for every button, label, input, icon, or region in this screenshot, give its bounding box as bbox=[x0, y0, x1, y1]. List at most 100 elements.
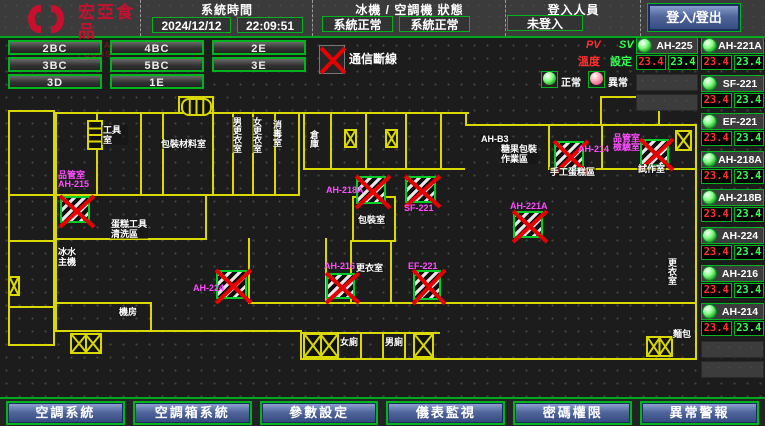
room-label: 試作室 bbox=[637, 164, 666, 174]
unit-tile-ah-218a[interactable]: AH-218A bbox=[701, 151, 764, 168]
room-label: AH-B3 bbox=[480, 134, 510, 144]
wall-segment bbox=[404, 332, 406, 358]
stairs-icon bbox=[303, 333, 339, 358]
ahu-comm-loss-box[interactable] bbox=[413, 270, 441, 300]
wall-segment bbox=[140, 112, 142, 196]
unit-tile-sf-221[interactable]: SF-221 bbox=[701, 75, 764, 92]
wall-segment bbox=[300, 358, 697, 360]
unit-status-led-icon bbox=[703, 39, 716, 52]
ahu-comm-loss-box[interactable] bbox=[405, 176, 436, 203]
floor-button-5bc[interactable]: 5BC bbox=[110, 57, 204, 72]
unit-pv-value: 23.4 bbox=[636, 55, 666, 70]
unit-status-led-icon bbox=[703, 267, 716, 280]
login-logout-button[interactable]: 登入/登出 bbox=[647, 3, 741, 32]
floor-button-2bc[interactable]: 2BC bbox=[8, 40, 102, 55]
ahu-comm-loss-box[interactable] bbox=[60, 196, 90, 223]
abnormal-led-icon bbox=[588, 71, 605, 88]
nav-button-parameter-settings[interactable]: 參數設定 bbox=[260, 401, 379, 425]
room-label: 倉庫 bbox=[308, 130, 319, 148]
unit-name: AH-218A bbox=[718, 154, 762, 166]
login-status-value: 未登入 bbox=[507, 15, 583, 31]
stairs-icon bbox=[181, 98, 212, 116]
ahu-unit-label: AH-218A bbox=[326, 186, 364, 195]
wall-segment bbox=[8, 110, 10, 346]
logo-title: 宏亞食品 bbox=[78, 3, 140, 41]
comm-loss-label: 通信斷線 bbox=[349, 50, 397, 67]
room-label: 男廁 bbox=[384, 337, 404, 347]
wall-segment bbox=[298, 112, 300, 196]
room-label: 機房 bbox=[118, 307, 138, 317]
wall-segment bbox=[8, 344, 55, 346]
unit-tile-ah-214[interactable]: AH-214 bbox=[701, 303, 764, 320]
ahu-comm-loss-box[interactable] bbox=[326, 273, 355, 299]
unit-tile-ef-221[interactable]: EF-221 bbox=[701, 113, 764, 130]
unit-tile-ah-224[interactable]: AH-224 bbox=[701, 227, 764, 244]
nav-button-alarm[interactable]: 異常警報 bbox=[640, 401, 759, 425]
floor-button-4bc[interactable]: 4BC bbox=[110, 40, 204, 55]
room-label: 冰水 主機 bbox=[57, 247, 77, 267]
unit-tile-ah-221a[interactable]: AH-221A bbox=[701, 37, 764, 54]
ahu-unit-label: SF-221 bbox=[404, 204, 434, 213]
unit-name: AH-225 bbox=[653, 40, 696, 52]
unit-status-led-icon bbox=[703, 153, 716, 166]
stairs-icon bbox=[646, 336, 673, 357]
ahu-unit-label: AH-224 bbox=[193, 284, 224, 293]
stairs-icon bbox=[8, 276, 20, 296]
room-label: 消毒室 bbox=[271, 120, 282, 147]
unit-status-led-icon bbox=[703, 77, 716, 90]
unit-tile-ah-225[interactable]: AH-225 bbox=[636, 37, 698, 54]
wall-segment bbox=[55, 330, 302, 332]
sv-header-label: SV bbox=[619, 39, 634, 51]
wall-segment bbox=[303, 168, 465, 170]
unit-status-led-icon bbox=[703, 115, 716, 128]
sv-sub-label: 設定 bbox=[610, 53, 632, 69]
ladder-icon bbox=[87, 120, 103, 150]
ahu-unit-label: 品管室 檢驗室 bbox=[613, 134, 640, 152]
room-label: 麵包 bbox=[672, 329, 692, 339]
room-label: 蛋糕工具 清洗區 bbox=[110, 219, 148, 239]
wall-segment bbox=[212, 112, 214, 196]
nav-row: 空調系統空調箱系統參數設定儀表監視密碼權限異常警報 bbox=[6, 401, 759, 425]
floor-button-2e[interactable]: 2E bbox=[212, 40, 306, 55]
wall-segment bbox=[55, 302, 152, 304]
wall-segment bbox=[440, 112, 442, 170]
unit-values: 23.423.4 bbox=[701, 55, 764, 70]
pv-sub-label: 溫度 bbox=[578, 53, 600, 69]
wall-segment bbox=[178, 96, 180, 112]
stairs-icon bbox=[70, 333, 102, 354]
ahu-unit-label: 品管室 AH-215 bbox=[58, 171, 89, 189]
nav-button-ahu-system[interactable]: 空調箱系統 bbox=[133, 401, 252, 425]
floor-button-3bc[interactable]: 3BC bbox=[8, 57, 102, 72]
wall-segment bbox=[248, 302, 697, 304]
floor-button-3e[interactable]: 3E bbox=[212, 57, 306, 72]
stairs-icon bbox=[344, 129, 357, 148]
room-label: 更衣室 bbox=[666, 258, 677, 285]
wall-segment bbox=[8, 240, 55, 242]
wall-segment bbox=[658, 96, 660, 124]
unit-name: AH-216 bbox=[718, 268, 762, 280]
unit-name: EF-221 bbox=[718, 116, 762, 128]
empty-unit-slot bbox=[636, 74, 698, 91]
ahu-comm-loss-box[interactable] bbox=[513, 211, 543, 238]
wall-segment bbox=[330, 112, 332, 170]
company-logo-icon bbox=[28, 4, 72, 34]
floor-button-1e[interactable]: 1E bbox=[110, 74, 204, 89]
floor-button-3d[interactable]: 3D bbox=[8, 74, 102, 89]
normal-label: 正常 bbox=[561, 74, 581, 89]
nav-button-instrument-monitor[interactable]: 儀表監視 bbox=[386, 401, 505, 425]
unit-values: 23.423.4 bbox=[636, 55, 698, 70]
nav-button-ac-system[interactable]: 空調系統 bbox=[6, 401, 125, 425]
room-label: 男更衣室 bbox=[231, 117, 242, 153]
unit-tile-ah-216[interactable]: AH-216 bbox=[701, 265, 764, 282]
unit-tile-ah-218b[interactable]: AH-218B bbox=[701, 189, 764, 206]
ahu-comm-loss-box[interactable] bbox=[640, 139, 669, 166]
wall-segment bbox=[548, 124, 550, 170]
wall-segment bbox=[300, 332, 302, 360]
hmi-screen: { "header": { "logo_title": "宏亞食品", "log… bbox=[0, 0, 765, 426]
wall-segment bbox=[600, 96, 660, 98]
nav-button-password-authority[interactable]: 密碼權限 bbox=[513, 401, 632, 425]
ahu-unit-label: AH-214 bbox=[578, 145, 609, 154]
room-label: 包裝室 bbox=[357, 215, 386, 225]
unit-name: SF-221 bbox=[718, 78, 762, 90]
wall-segment bbox=[405, 112, 407, 170]
